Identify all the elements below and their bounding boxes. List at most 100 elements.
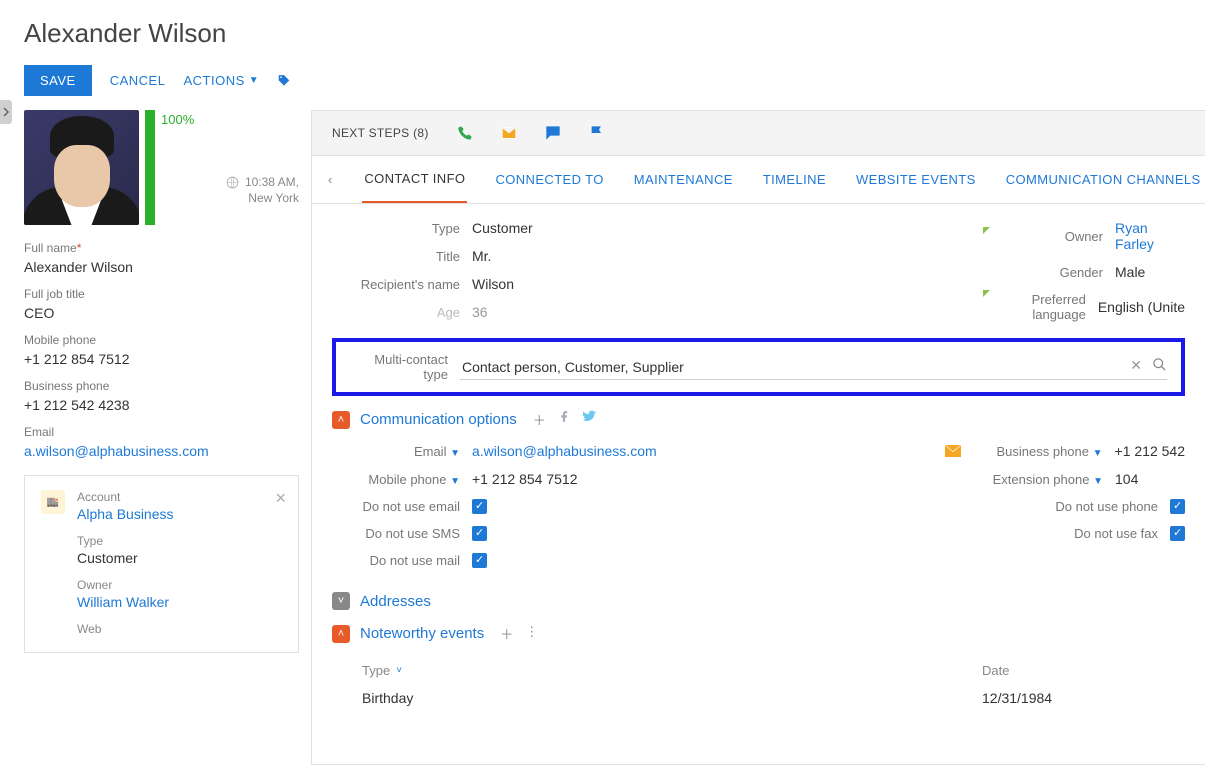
multi-contact-input[interactable]: Contact person, Customer, Supplier ✕ (460, 355, 1167, 380)
search-icon[interactable] (1152, 357, 1167, 374)
next-steps-bar: NEXT STEPS (8) (312, 111, 1205, 156)
owner-value[interactable]: Ryan Farley (1115, 220, 1185, 252)
account-label: Account (77, 490, 174, 504)
completeness-bar (145, 110, 155, 225)
job-title-value[interactable]: CEO (24, 305, 299, 321)
business-label: Business phone (24, 379, 299, 393)
close-icon[interactable]: × (275, 488, 286, 509)
title-value[interactable]: Mr. (472, 248, 961, 264)
account-name[interactable]: Alpha Business (77, 506, 174, 522)
tab-timeline[interactable]: TIMELINE (761, 157, 828, 202)
lang-value[interactable]: English (Unite (1098, 299, 1185, 315)
no-fax-label: Do not use fax (985, 526, 1170, 541)
recipient-label: Recipient's name (332, 277, 472, 292)
add-icon[interactable]: ＋ (533, 410, 546, 429)
tab-website-events[interactable]: WEBSITE EVENTS (854, 157, 978, 202)
type-label: Type (332, 221, 472, 236)
no-email-label: Do not use email (332, 499, 472, 514)
mobile-value[interactable]: +1 212 854 7512 (24, 351, 299, 367)
no-mail-label: Do not use mail (332, 553, 472, 568)
actions-button[interactable]: ACTIONS▼ (183, 73, 259, 88)
comm-email-value[interactable]: a.wilson@alphabusiness.com (472, 443, 935, 459)
age-label: Age (332, 305, 472, 320)
full-name-value[interactable]: Alexander Wilson (24, 259, 299, 275)
tab-comm-channels[interactable]: COMMUNICATION CHANNELS (1004, 157, 1203, 202)
account-web-label: Web (77, 622, 101, 636)
cancel-button[interactable]: CANCEL (110, 73, 166, 88)
page-title: Alexander Wilson (24, 18, 1181, 49)
account-owner-value[interactable]: William Walker (77, 594, 169, 610)
comm-ext-value[interactable]: 104 (1115, 471, 1185, 487)
call-icon[interactable] (457, 125, 473, 141)
gender-label: Gender (985, 265, 1115, 280)
mobile-label: Mobile phone (24, 333, 299, 347)
title-label: Title (332, 249, 472, 264)
email-value[interactable]: a.wilson@alphabusiness.com (24, 443, 299, 459)
comm-mobile-value[interactable]: +1 212 854 7512 (472, 471, 961, 487)
globe-icon (226, 176, 239, 189)
clear-icon[interactable]: ✕ (1130, 357, 1142, 374)
tab-contact-info[interactable]: CONTACT INFO (362, 156, 467, 204)
addresses-title[interactable]: Addresses (360, 593, 431, 610)
job-title-label: Full job title (24, 287, 299, 301)
left-expander[interactable] (0, 100, 12, 124)
multi-contact-highlight: Multi-contact type Contact person, Custo… (332, 338, 1185, 396)
no-email-checkbox[interactable] (472, 499, 487, 514)
events-type-header[interactable]: Type ˅ (362, 663, 982, 678)
comm-toggle[interactable]: ˄ (332, 411, 350, 429)
email-label: Email (24, 425, 299, 439)
tabs: ‹ CONTACT INFO CONNECTED TO MAINTENANCE … (312, 156, 1205, 204)
mail-icon[interactable] (945, 445, 961, 457)
events-date-header[interactable]: Date (982, 663, 1009, 678)
event-date-value: 12/31/1984 (982, 690, 1052, 706)
no-mail-checkbox[interactable] (472, 553, 487, 568)
comm-business-value[interactable]: +1 212 542 (1115, 443, 1185, 459)
email-icon[interactable] (501, 125, 517, 141)
more-icon[interactable]: ⋮ (525, 624, 538, 643)
no-fax-checkbox[interactable] (1170, 526, 1185, 541)
account-type-value: Customer (77, 550, 138, 566)
avatar[interactable] (24, 110, 139, 225)
comm-business-label[interactable]: Business phone ▼ (985, 444, 1115, 459)
multi-contact-label: Multi-contact type (350, 352, 460, 382)
next-steps-label[interactable]: NEXT STEPS (8) (332, 126, 429, 140)
lang-label: Preferred language (985, 292, 1098, 322)
tag-icon[interactable] (277, 74, 291, 88)
addresses-toggle[interactable]: ˅ (332, 592, 350, 610)
no-sms-label: Do not use SMS (332, 526, 472, 541)
age-value: 36 (472, 304, 961, 320)
flag-icon[interactable] (589, 125, 605, 141)
owner-label: Owner (985, 229, 1115, 244)
facebook-icon[interactable] (558, 410, 571, 429)
tab-scroll-left[interactable]: ‹ (324, 172, 336, 187)
account-owner-label: Owner (77, 578, 169, 592)
events-title[interactable]: Noteworthy events (360, 625, 484, 642)
comm-ext-label[interactable]: Extension phone ▼ (985, 472, 1115, 487)
no-sms-checkbox[interactable] (472, 526, 487, 541)
account-icon: 🏬 (41, 490, 65, 514)
timezone: 10:38 AM, New York (161, 175, 299, 225)
events-toggle[interactable]: ˄ (332, 625, 350, 643)
comm-section-title[interactable]: Communication options (360, 411, 517, 428)
tab-connected-to[interactable]: CONNECTED TO (493, 157, 605, 202)
comm-mobile-label[interactable]: Mobile phone ▼ (332, 472, 472, 487)
tab-maintenance[interactable]: MAINTENANCE (632, 157, 735, 202)
type-value[interactable]: Customer (472, 220, 961, 236)
no-phone-checkbox[interactable] (1170, 499, 1185, 514)
account-card: × 🏬 Account Alpha Business Type Customer (24, 475, 299, 653)
chat-icon[interactable] (545, 125, 561, 141)
add-event-icon[interactable]: ＋ (500, 624, 513, 643)
no-phone-label: Do not use phone (985, 499, 1170, 514)
business-value[interactable]: +1 212 542 4238 (24, 397, 299, 413)
twitter-icon[interactable] (583, 410, 597, 429)
toolbar: SAVE CANCEL ACTIONS▼ (0, 59, 1205, 110)
save-button[interactable]: SAVE (24, 65, 92, 96)
event-row[interactable]: Birthday 12/31/1984 (362, 684, 1185, 712)
recipient-value[interactable]: Wilson (472, 276, 961, 292)
event-type-value: Birthday (362, 690, 982, 706)
comm-email-label[interactable]: Email ▼ (332, 444, 472, 459)
gender-value[interactable]: Male (1115, 264, 1185, 280)
completeness-text: 100% (161, 110, 299, 127)
account-type-label: Type (77, 534, 138, 548)
full-name-label: Full name (24, 241, 77, 255)
